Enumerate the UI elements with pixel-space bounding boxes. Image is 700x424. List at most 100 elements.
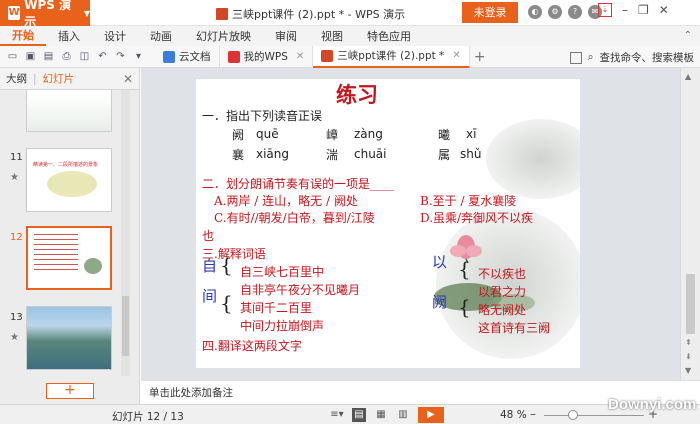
word: 属	[438, 148, 451, 162]
close-icon[interactable]: ✕	[296, 51, 304, 62]
tab-label: 我的WPS	[243, 51, 288, 63]
example: 自三峡七百里中	[240, 265, 325, 279]
status-bar: 幻灯片 12 / 13 ≡▾ ▤ ▦ ▥ ▶ 48 % – +	[0, 404, 700, 424]
slide-panel: 大纲 | 幻灯片 ✕ 11 ★ 精读第一、二段所描述的景象 12 13 ★ +	[0, 68, 140, 404]
play-slideshow-button[interactable]: ▶	[418, 407, 444, 423]
zoom-out-icon[interactable]: –	[530, 407, 536, 421]
example: 这首诗有三阙	[478, 321, 551, 335]
option-b: B.至于 / 夏水襄陵	[420, 194, 517, 208]
pin-icon[interactable]: ⇣	[598, 3, 612, 17]
menu-review[interactable]: 审阅	[263, 28, 309, 44]
word: 曦	[438, 128, 451, 142]
search-icon: ⌕	[587, 51, 594, 63]
thumb-lines	[34, 234, 78, 274]
slide-thumb-13[interactable]	[26, 306, 112, 370]
add-slide-button[interactable]: +	[46, 383, 94, 399]
menu-animation[interactable]: 动画	[138, 28, 184, 44]
window-title-text: 三峡ppt课件 (2).ppt * - WPS 演示	[232, 8, 406, 21]
slider-handle[interactable]	[568, 410, 578, 420]
preview-icon[interactable]: ◫	[78, 50, 91, 63]
tab-cloud-docs[interactable]: 云文档	[155, 45, 220, 68]
slide-number: 12	[10, 232, 23, 243]
slide-number: 13	[10, 312, 23, 323]
close-button[interactable]: ✕	[659, 3, 669, 17]
pinyin: zàng	[354, 127, 383, 141]
undo-icon[interactable]: ↶	[96, 50, 109, 63]
option-a: A.两岸 / 连山，略无 / 阙处	[214, 194, 358, 208]
ribbon-menu: 开始 插入 设计 动画 幻灯片放映 审阅 视图 特色应用 ⌃	[0, 26, 700, 46]
reading-view-icon[interactable]: ▥	[396, 408, 410, 422]
redo-icon[interactable]: ↷	[114, 50, 127, 63]
search-command-text: 查找命令、搜索模板	[599, 52, 695, 64]
open-icon[interactable]: ▤	[42, 50, 55, 63]
save-icon[interactable]: ▣	[24, 50, 37, 63]
chevron-up-icon[interactable]: ⌃	[684, 30, 692, 41]
menu-home[interactable]: 开始	[0, 26, 46, 46]
slider-track	[544, 415, 644, 416]
tab-current-file[interactable]: 三峡ppt课件 (2).ppt * ✕	[313, 45, 470, 68]
prev-slide-icon[interactable]: ⇞	[685, 338, 692, 347]
sorter-view-icon[interactable]: ▦	[374, 408, 388, 422]
window-icon[interactable]	[569, 51, 582, 64]
print-icon[interactable]: ⎙	[60, 50, 73, 63]
word: 嶂	[326, 128, 339, 142]
menu-design[interactable]: 设计	[92, 28, 138, 44]
add-tab-button[interactable]: +	[470, 49, 490, 65]
term-jian: 间	[202, 287, 218, 305]
wps-logo-icon: W	[8, 6, 21, 20]
term-que: 阙	[432, 293, 448, 311]
menu-insert[interactable]: 插入	[46, 28, 92, 44]
thumbnail-scrollbar[interactable]	[121, 90, 130, 376]
term-yi: 以	[432, 253, 448, 271]
scroll-thumb[interactable]	[686, 274, 695, 334]
example: 略无阙处	[478, 303, 527, 317]
pinyin: shǔ	[460, 147, 482, 161]
skin-icon[interactable]: ◐	[528, 5, 542, 19]
pinyin: xiāng	[256, 147, 290, 161]
wps-icon	[227, 50, 240, 63]
menu-slideshow[interactable]: 幻灯片放映	[184, 28, 263, 44]
quick-access-tools: ▭ ▣ ▤ ⎙ ◫ ↶ ↷ ▾	[0, 50, 145, 63]
tab-label: 三峡ppt课件 (2).ppt *	[337, 50, 445, 62]
slide-canvas[interactable]: 练习 一．指出下列读音正误 阙 quē 嶂 zàng 曦 xī 襄 xiāng …	[196, 79, 580, 368]
question-4: 四.翻译这两段文字	[202, 339, 302, 353]
scroll-down-icon[interactable]: ▼	[685, 366, 691, 375]
brace-icon: {	[220, 291, 233, 315]
notes-toggle-icon[interactable]: ≡▾	[330, 408, 344, 422]
pinyin: xī	[466, 127, 477, 141]
app-menu-button[interactable]: W WPS 演示 ▼	[0, 0, 90, 29]
slide-counter: 幻灯片 12 / 13	[112, 411, 184, 423]
settings-icon[interactable]: ⚙	[548, 5, 562, 19]
close-icon[interactable]: ✕	[452, 50, 460, 61]
more-icon[interactable]: ▾	[132, 50, 145, 63]
menu-view[interactable]: 视图	[309, 28, 355, 44]
login-button[interactable]: 未登录	[462, 2, 518, 23]
command-search[interactable]: ⌕ 查找命令、搜索模板	[569, 50, 695, 65]
chevron-down-icon: ▼	[83, 8, 90, 18]
maximize-button[interactable]: ❐	[638, 3, 649, 17]
vertical-scrollbar[interactable]: ▲ ⇞ ⇟ ▼	[680, 68, 700, 380]
tab-outline[interactable]: 大纲	[6, 71, 27, 86]
scroll-up-icon[interactable]: ▲	[685, 72, 691, 81]
menu-features[interactable]: 特色应用	[355, 28, 423, 44]
minimize-button[interactable]: –	[622, 3, 628, 17]
example: 不以疾也	[478, 267, 527, 281]
next-slide-icon[interactable]: ⇟	[685, 352, 692, 361]
help-icon[interactable]: ?	[568, 5, 582, 19]
option-c: C.有时//朝发/白帝，暮到/江陵	[214, 211, 375, 225]
pinyin: chuāi	[354, 147, 387, 161]
new-file-icon[interactable]: ▭	[6, 50, 19, 63]
tab-slides[interactable]: 幻灯片	[43, 71, 75, 86]
example: 其间千二百里	[240, 301, 313, 315]
thumb-decor	[47, 171, 97, 197]
normal-view-icon[interactable]: ▤	[352, 408, 366, 422]
tab-my-wps[interactable]: 我的WPS ✕	[220, 45, 314, 68]
slide-thumb-10[interactable]	[26, 90, 112, 132]
word: 湍	[326, 148, 339, 162]
example: 自非亭午夜分不见曦月	[240, 283, 361, 297]
word: 阙	[232, 128, 245, 142]
scroll-thumb[interactable]	[122, 296, 129, 356]
slide-thumb-11[interactable]: 精读第一、二段所描述的景象	[26, 148, 112, 212]
slide-thumb-12[interactable]	[26, 226, 112, 290]
close-icon[interactable]: ✕	[123, 72, 133, 86]
